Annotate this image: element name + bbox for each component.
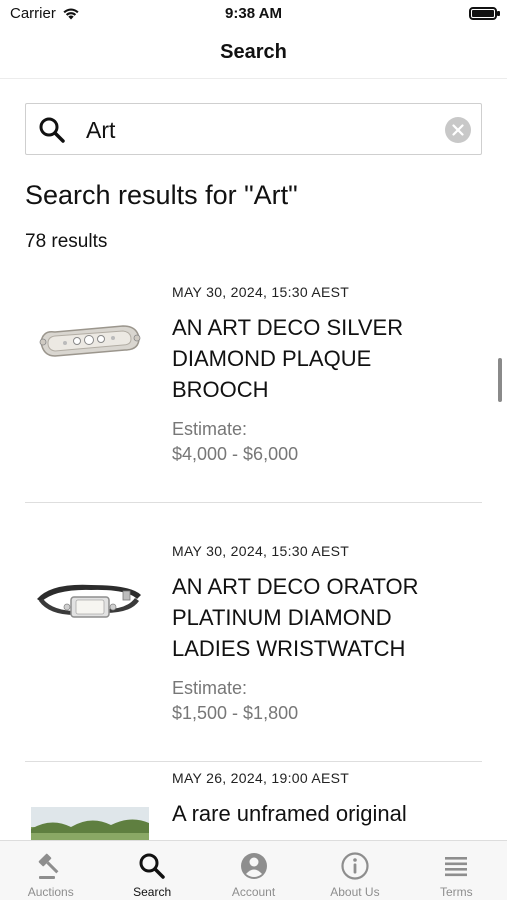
tab-label: Auctions bbox=[27, 885, 74, 899]
lot-title[interactable]: AN ART DECO SILVER DIAMOND PLAQUE BROOCH bbox=[172, 312, 472, 405]
lot-title-line: AN ART DECO SILVER bbox=[172, 315, 404, 340]
tab-terms[interactable]: Terms bbox=[406, 841, 507, 900]
result-item[interactable]: MAY 26, 2024, 19:00 AEST A rare unframed… bbox=[25, 762, 482, 840]
results-list[interactable]: MAY 30, 2024, 15:30 AEST AN ART DECO SIL… bbox=[0, 270, 507, 840]
search-field[interactable] bbox=[25, 103, 482, 155]
search-icon bbox=[39, 117, 65, 143]
lot-title-line: PLATINUM DIAMOND bbox=[172, 605, 392, 630]
results-count: 78 results bbox=[25, 231, 108, 252]
status-bar: Carrier 9:38 AM bbox=[0, 0, 507, 30]
result-item[interactable]: MAY 30, 2024, 15:30 AEST AN ART DECO ORA… bbox=[25, 503, 482, 762]
estimate-label: Estimate: bbox=[172, 419, 248, 439]
lot-title[interactable]: AN ART DECO ORATOR PLATINUM DIAMOND LADI… bbox=[172, 571, 472, 664]
account-icon bbox=[240, 853, 267, 879]
tab-label: Search bbox=[133, 885, 172, 899]
tab-search[interactable]: Search bbox=[101, 841, 202, 900]
lot-title-line: LADIES WRISTWATCH bbox=[172, 636, 406, 661]
tab-label: Terms bbox=[439, 885, 473, 899]
search-icon bbox=[139, 853, 165, 879]
result-item[interactable]: MAY 30, 2024, 15:30 AEST AN ART DECO SIL… bbox=[25, 270, 482, 503]
terms-icon bbox=[445, 857, 468, 877]
tab-account[interactable]: Account bbox=[203, 841, 304, 900]
tab-label: About Us bbox=[330, 885, 380, 899]
auction-date: MAY 30, 2024, 15:30 AEST bbox=[172, 543, 350, 559]
status-time: 9:38 AM bbox=[225, 5, 282, 22]
tab-bar: Auctions Search Account About Us Terms bbox=[0, 840, 507, 900]
battery-icon bbox=[469, 7, 500, 20]
gavel-icon bbox=[38, 853, 59, 879]
lot-title-line: DIAMOND PLAQUE bbox=[172, 346, 372, 371]
page-title: Search bbox=[220, 41, 287, 63]
landscape-painting-image bbox=[31, 807, 149, 840]
lot-title-line: AN ART DECO ORATOR bbox=[172, 574, 419, 599]
lot-title-line: BROOCH bbox=[172, 377, 269, 402]
lot-title[interactable]: A rare unframed original bbox=[172, 798, 472, 829]
auction-date: MAY 30, 2024, 15:30 AEST bbox=[172, 284, 350, 300]
lot-title-line: A rare unframed original bbox=[172, 801, 407, 826]
tab-auctions[interactable]: Auctions bbox=[0, 841, 101, 900]
scroll-indicator[interactable] bbox=[498, 358, 502, 402]
wristwatch-image bbox=[31, 571, 149, 631]
estimate-value: $4,000 - $6,000 bbox=[172, 444, 299, 464]
clear-search-icon[interactable] bbox=[445, 117, 471, 143]
tab-about-us[interactable]: About Us bbox=[304, 841, 405, 900]
results-heading: Search results for "Art" bbox=[25, 180, 298, 210]
estimate-value: $1,500 - $1,800 bbox=[172, 703, 299, 723]
info-icon bbox=[341, 852, 369, 880]
navigation-bar: Search bbox=[0, 30, 507, 79]
tab-label: Account bbox=[231, 885, 276, 899]
search-input[interactable] bbox=[86, 112, 436, 148]
brooch-image bbox=[31, 310, 149, 370]
auction-date: MAY 26, 2024, 19:00 AEST bbox=[172, 770, 350, 786]
estimate-label: Estimate: bbox=[172, 678, 248, 698]
